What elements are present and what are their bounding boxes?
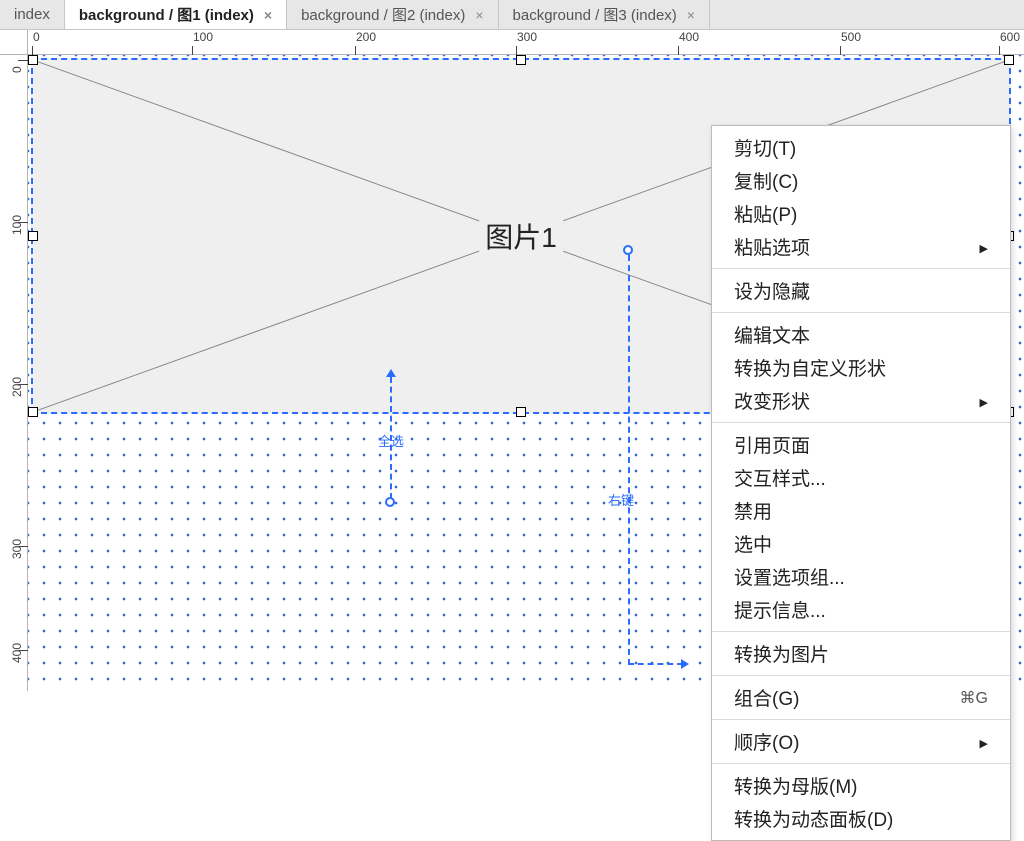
menu-set-hidden[interactable]: 设为隐藏 xyxy=(712,274,1010,307)
menu-disable[interactable]: 禁用 xyxy=(712,494,1010,527)
menu-separator xyxy=(712,675,1010,676)
menu-separator xyxy=(712,312,1010,313)
menu-paste[interactable]: 粘贴(P) xyxy=(712,197,1010,230)
menu-order[interactable]: 顺序(O) xyxy=(712,725,1010,758)
resize-handle[interactable] xyxy=(28,407,38,417)
menu-copy[interactable]: 复制(C) xyxy=(712,164,1010,197)
resize-handle[interactable] xyxy=(28,55,38,65)
menu-paste-options[interactable]: 粘贴选项 xyxy=(712,230,1010,263)
menu-convert-custom-shape[interactable]: 转换为自定义形状 xyxy=(712,351,1010,384)
ruler-vertical: 0 100 200 300 400 xyxy=(0,55,28,691)
chevron-right-icon xyxy=(980,390,988,412)
ruler-horizontal: 0 100 200 300 400 500 600 xyxy=(28,30,1024,55)
tab-bg1[interactable]: background / 图1 (index)× xyxy=(65,0,287,29)
menu-set-option-group[interactable]: 设置选项组... xyxy=(712,560,1010,593)
menu-separator xyxy=(712,268,1010,269)
menu-separator xyxy=(712,631,1010,632)
canvas[interactable]: 图片1 全选 右键 剪切(T) 复制(C) 粘贴(P) 粘贴选项 设为隐藏 编辑… xyxy=(28,55,1024,691)
ruler-corner xyxy=(0,30,28,55)
resize-handle[interactable] xyxy=(516,407,526,417)
tab-bg3[interactable]: background / 图3 (index)× xyxy=(499,0,710,29)
menu-convert-to-dynamic-panel[interactable]: 转换为动态面板(D) xyxy=(712,802,1010,835)
menu-separator xyxy=(712,763,1010,764)
chevron-right-icon xyxy=(980,236,988,258)
resize-handle[interactable] xyxy=(28,231,38,241)
menu-separator xyxy=(712,422,1010,423)
menu-interaction-styles[interactable]: 交互样式... xyxy=(712,461,1010,494)
menu-change-shape[interactable]: 改变形状 xyxy=(712,384,1010,417)
widget-label: 图片1 xyxy=(479,216,563,256)
close-icon[interactable]: × xyxy=(475,7,483,23)
menu-edit-text[interactable]: 编辑文本 xyxy=(712,318,1010,351)
menu-group[interactable]: 组合(G)⌘G xyxy=(712,681,1010,714)
resize-handle[interactable] xyxy=(1004,55,1014,65)
menu-reference-page[interactable]: 引用页面 xyxy=(712,428,1010,461)
close-icon[interactable]: × xyxy=(687,7,695,23)
menu-tooltip[interactable]: 提示信息... xyxy=(712,593,1010,626)
menu-selected[interactable]: 选中 xyxy=(712,527,1010,560)
tab-index[interactable]: index xyxy=(0,0,65,29)
tab-bar: index background / 图1 (index)× backgroun… xyxy=(0,0,1024,30)
tab-bg2[interactable]: background / 图2 (index)× xyxy=(287,0,498,29)
close-icon[interactable]: × xyxy=(264,7,272,23)
menu-separator xyxy=(712,719,1010,720)
chevron-right-icon xyxy=(980,731,988,753)
resize-handle[interactable] xyxy=(516,55,526,65)
menu-cut[interactable]: 剪切(T) xyxy=(712,131,1010,164)
menu-convert-to-master[interactable]: 转换为母版(M) xyxy=(712,769,1010,802)
menu-convert-to-image[interactable]: 转换为图片 xyxy=(712,637,1010,670)
context-menu: 剪切(T) 复制(C) 粘贴(P) 粘贴选项 设为隐藏 编辑文本 转换为自定义形… xyxy=(711,125,1011,841)
